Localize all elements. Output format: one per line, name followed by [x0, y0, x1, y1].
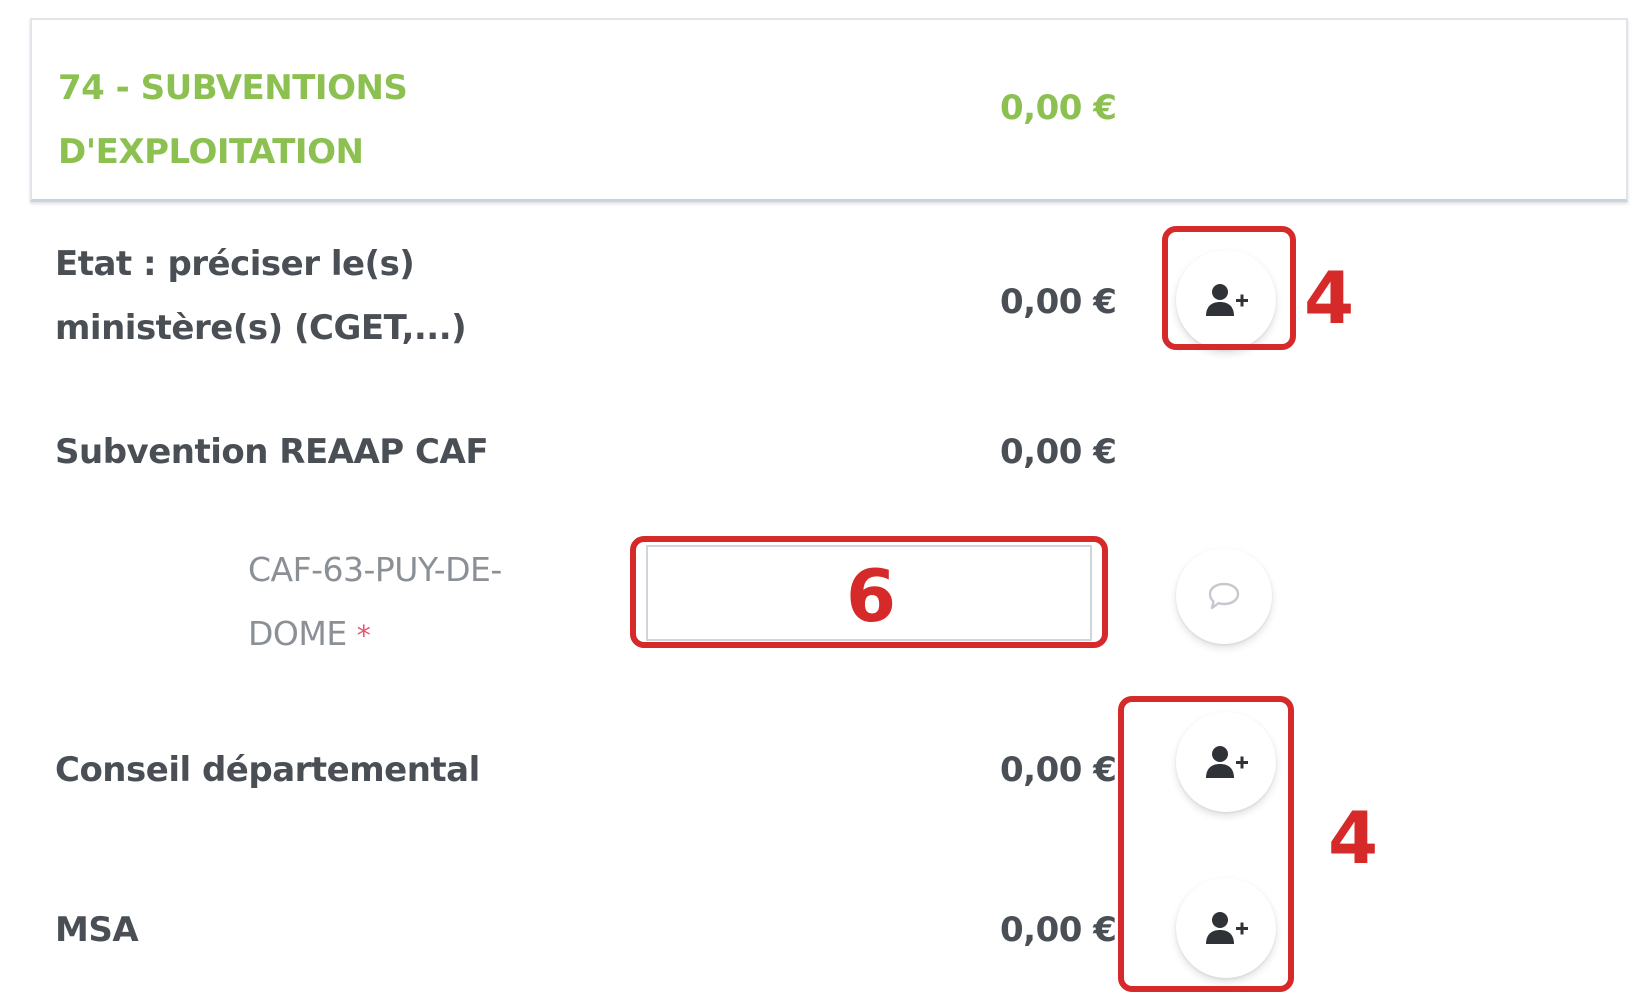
caf-63-label: CAF-63-PUY-DE-DOME * [248, 538, 568, 668]
add-funder-button-msa[interactable] [1176, 878, 1276, 978]
row-msa-label: MSA [55, 910, 139, 950]
add-user-icon [1206, 912, 1248, 944]
row-reaap-label: Subvention REAAP CAF [55, 432, 489, 472]
section-total-amount: 0,00 € [1000, 88, 1117, 128]
row-msa-amount: 0,00 € [1000, 910, 1117, 950]
add-user-icon [1206, 746, 1248, 778]
comment-button[interactable] [1176, 548, 1272, 644]
caf-63-label-text: CAF-63-PUY-DE-DOME [248, 550, 502, 653]
row-reaap-amount: 0,00 € [1000, 432, 1117, 472]
add-funder-button-etat[interactable] [1176, 250, 1276, 350]
add-user-icon [1206, 284, 1248, 316]
required-marker: * [356, 619, 371, 652]
row-etat-amount: 0,00 € [1000, 282, 1117, 322]
row-conseil-label: Conseil départemental [55, 750, 480, 790]
annotation-label-4-bottom: 4 [1328, 796, 1379, 880]
annotation-label-4-top: 4 [1304, 256, 1355, 340]
section-header: 74 - SUBVENTIONS D'EXPLOITATION 0,00 € [30, 18, 1628, 202]
caf-63-amount-input[interactable] [646, 545, 1092, 641]
row-etat-label: Etat : préciser le(s) ministère(s) (CGET… [55, 244, 467, 348]
section-title: 74 - SUBVENTIONS D'EXPLOITATION [58, 68, 408, 172]
row-conseil-amount: 0,00 € [1000, 750, 1117, 790]
comment-icon [1208, 582, 1240, 610]
add-funder-button-conseil[interactable] [1176, 712, 1276, 812]
